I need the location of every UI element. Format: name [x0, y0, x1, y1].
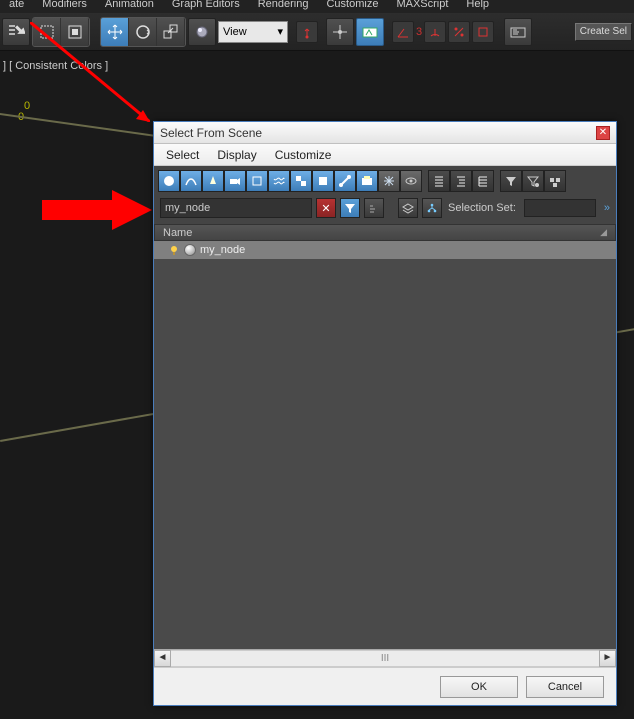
reference-coord-dropdown[interactable]: View▾ — [218, 21, 288, 43]
column-header-name-text: Name — [163, 227, 192, 239]
filter-frozen-button[interactable] — [378, 170, 400, 192]
clear-search-button[interactable]: ✕ — [316, 198, 336, 218]
layer-button[interactable] — [398, 198, 418, 218]
selection-set-dropdown[interactable] — [524, 199, 596, 217]
axis-y-label: 0 — [24, 100, 30, 112]
filter-toggle-button[interactable] — [500, 170, 522, 192]
sort-indicator-icon: ◢ — [600, 227, 607, 238]
sync-selection-button[interactable] — [544, 170, 566, 192]
dialog-menubar: Select Display Customize — [154, 144, 616, 166]
selection-region-group — [32, 17, 90, 47]
annotation-arrow-2 — [42, 190, 152, 230]
node-type-icon — [184, 244, 196, 256]
window-crossing-button[interactable] — [61, 18, 89, 46]
scale-button[interactable] — [157, 18, 185, 46]
rotate-button[interactable] — [129, 18, 157, 46]
filter-config-button[interactable] — [522, 170, 544, 192]
dialog-menu-display[interactable]: Display — [217, 148, 256, 162]
display-hierarchy-button[interactable] — [450, 170, 472, 192]
dialog-titlebar[interactable]: Select From Scene ✕ — [154, 122, 616, 144]
spinner-snap-button[interactable] — [472, 21, 494, 43]
menu-help[interactable]: Help — [457, 0, 498, 13]
display-flat-button[interactable] — [428, 170, 450, 192]
tree-row[interactable]: my_node — [154, 241, 616, 259]
reference-coord-button[interactable] — [188, 18, 216, 46]
percent-snap-button[interactable] — [448, 21, 470, 43]
snap-angle-button[interactable] — [392, 21, 414, 43]
search-input[interactable] — [160, 198, 312, 218]
main-toolbar: View▾ 3 Create Sel — [0, 13, 634, 51]
selection-lock-button[interactable] — [364, 198, 384, 218]
dialog-close-button[interactable]: ✕ — [596, 126, 610, 140]
cancel-button[interactable]: Cancel — [526, 676, 604, 698]
filter-spacewarps-button[interactable] — [268, 170, 290, 192]
filter-groups-button[interactable] — [290, 170, 312, 192]
scroll-grip-label: III — [381, 653, 389, 664]
snap-value-label: 3 — [416, 26, 422, 38]
filter-bones-button[interactable] — [334, 170, 356, 192]
selection-set-label: Selection Set: — [448, 202, 516, 214]
transform-group — [100, 17, 186, 47]
scroll-track[interactable]: III — [171, 650, 599, 667]
viewport-label: ] [ Consistent Colors ] — [3, 60, 108, 72]
selection-set-expand-icon[interactable]: » — [604, 202, 610, 214]
create-selection-button[interactable]: Create Sel — [575, 23, 632, 41]
filter-toolbar — [154, 166, 616, 196]
filter-containers-button[interactable] — [356, 170, 378, 192]
display-layers-button[interactable] — [472, 170, 494, 192]
find-filter-button[interactable] — [340, 198, 360, 218]
ok-button[interactable]: OK — [440, 676, 518, 698]
menu-animation[interactable]: Animation — [96, 0, 163, 13]
named-selection-button[interactable] — [504, 18, 532, 46]
select-from-scene-dialog: Select From Scene ✕ Select Display Custo… — [153, 121, 617, 706]
pivot-button[interactable] — [296, 21, 318, 43]
menu-create[interactable]: ate — [0, 0, 33, 13]
filter-cameras-button[interactable] — [224, 170, 246, 192]
filter-geometry-button[interactable] — [158, 170, 180, 192]
hierarchy-button[interactable] — [422, 198, 442, 218]
dialog-footer: OK Cancel — [154, 667, 616, 705]
menu-modifiers[interactable]: Modifiers — [33, 0, 96, 13]
node-name-label: my_node — [200, 244, 245, 256]
rectangular-region-button[interactable] — [33, 18, 61, 46]
manipulate-button[interactable] — [326, 18, 354, 46]
move-button[interactable] — [101, 18, 129, 46]
keyboard-shortcut-button[interactable] — [356, 18, 384, 46]
scroll-right-button[interactable]: ► — [599, 650, 616, 667]
scene-tree[interactable]: my_node — [154, 241, 616, 649]
select-list-button[interactable] — [2, 18, 30, 46]
filter-shapes-button[interactable] — [180, 170, 202, 192]
main-menubar: ate Modifiers Animation Graph Editors Re… — [0, 0, 634, 13]
search-row: ✕ Selection Set: » — [154, 196, 616, 224]
dialog-menu-customize[interactable]: Customize — [275, 148, 332, 162]
filter-lights-button[interactable] — [202, 170, 224, 192]
menu-graph-editors[interactable]: Graph Editors — [163, 0, 249, 13]
horizontal-scrollbar[interactable]: ◄ III ► — [154, 649, 616, 667]
dialog-body: ✕ Selection Set: » Name ◢ my_node ◄ III … — [154, 166, 616, 667]
filter-hidden-button[interactable] — [400, 170, 422, 192]
visibility-bulb-icon[interactable] — [168, 244, 180, 256]
menu-maxscript[interactable]: MAXScript — [387, 0, 457, 13]
menu-rendering[interactable]: Rendering — [249, 0, 318, 13]
angle-snap-button[interactable] — [424, 21, 446, 43]
dialog-menu-select[interactable]: Select — [166, 148, 199, 162]
scroll-left-button[interactable]: ◄ — [154, 650, 171, 667]
menu-customize[interactable]: Customize — [317, 0, 387, 13]
filter-xrefs-button[interactable] — [312, 170, 334, 192]
reference-coord-label: View — [223, 26, 247, 38]
dialog-title-text: Select From Scene — [160, 126, 262, 140]
filter-helpers-button[interactable] — [246, 170, 268, 192]
column-header-name[interactable]: Name ◢ — [154, 224, 616, 241]
